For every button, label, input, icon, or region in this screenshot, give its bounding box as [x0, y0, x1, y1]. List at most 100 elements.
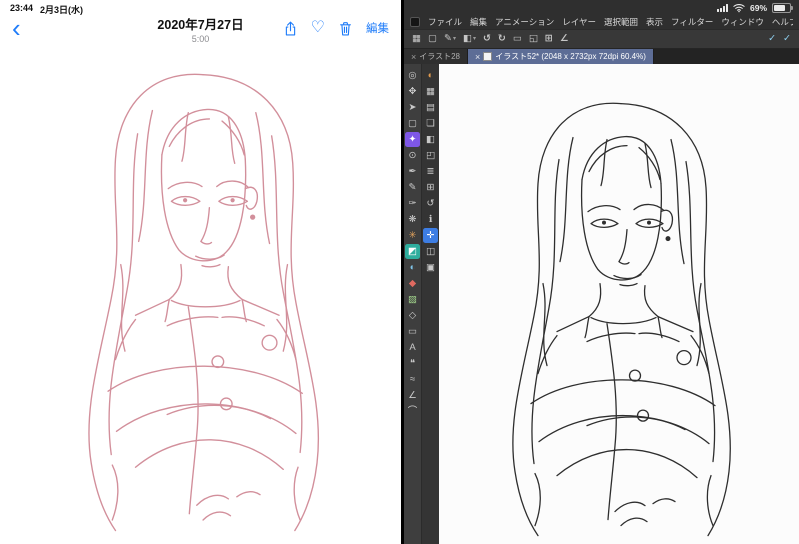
quick-access-panel[interactable]: ▣	[423, 260, 438, 275]
blend-tool[interactable]: ◐	[405, 260, 420, 275]
balloon-tool[interactable]: ❝	[405, 356, 420, 371]
selection-tool[interactable]: ▢	[405, 116, 420, 131]
command-glyph: ▢	[427, 33, 437, 45]
command-glyph: ↻	[497, 33, 506, 45]
csp-app-icon[interactable]	[410, 16, 420, 27]
undo-icon[interactable]: ↺	[483, 34, 491, 44]
wifi-icon	[733, 4, 745, 13]
airbrush-tool[interactable]: ❋	[405, 212, 420, 227]
line-correction-tool[interactable]: ≈	[405, 372, 420, 387]
status-bar-right: 69%	[404, 0, 799, 14]
history-panel[interactable]: ↺	[423, 196, 438, 211]
command-glyph: ▭	[512, 33, 522, 45]
apply-icon[interactable]: ✓	[783, 34, 791, 44]
eraser-tool[interactable]: ◩	[405, 244, 420, 259]
menu-item[interactable]: 表示	[646, 16, 663, 28]
pencil-tool[interactable]: ✎	[405, 180, 420, 195]
document-tab[interactable]: × イラスト52* (2048 x 2732px 72dpi 60.4%)	[468, 49, 654, 64]
tab-close-icon[interactable]: ×	[475, 52, 480, 62]
canvas-sketch	[439, 64, 799, 544]
menu-item[interactable]: フィルター	[671, 16, 713, 28]
opacity-settings-icon[interactable]: ◧	[463, 34, 476, 44]
command-glyph: ∠	[559, 33, 569, 45]
add-panel[interactable]: ✛	[423, 228, 438, 243]
pen-tool[interactable]: ✒	[405, 164, 420, 179]
zoom-tool[interactable]: ◎	[405, 68, 420, 83]
csp-menu-bar: ファイル編集アニメーションレイヤー選択範囲表示フィルターウィンドウヘルプ	[404, 14, 799, 29]
panel-bar: ◐ ▦ ▤ ❏ ◧ ◰ ≣ ⊞ ↺ ℹ ✛ ◫ ▣	[421, 64, 439, 544]
menu-item[interactable]: レイヤー	[562, 16, 596, 28]
curve-tool[interactable]: ⌒	[405, 404, 420, 419]
color-wheel-panel[interactable]: ◐	[423, 68, 438, 83]
menu-item[interactable]: 選択範囲	[604, 16, 638, 28]
brush-settings-icon[interactable]: ✎	[444, 34, 456, 44]
tab-label: イラスト52* (2048 x 2732px 72dpi 60.4%)	[495, 52, 646, 61]
command-glyph: ◱	[528, 33, 538, 45]
photo-time-subtitle: 5:00	[191, 34, 210, 44]
battery-percent: 69%	[749, 3, 767, 13]
sub-view-panel[interactable]: ◫	[423, 244, 438, 259]
csp-workspace: ◎ ✥ ➤ ▢ ✦ ⊙ ✒ ✎ ✑ ❋ ✳ ◩ ◐ ◆ ▨ ◇ ▭ A ❝ ≈ ∠ ⌒ ◐ ▦ ▤ ❏ ◧ ◰ ≣ ⊞ ↺ ℹ ✛ ◫ ▣	[404, 64, 799, 544]
trash-icon[interactable]	[338, 20, 353, 37]
color-set-panel[interactable]: ▦	[423, 84, 438, 99]
menu-item[interactable]: ウィンドウ	[721, 16, 764, 28]
document-tab[interactable]: × イラスト28	[404, 49, 469, 64]
photos-app: 23:44 2月3日(水) ‹ 2020年7月27日 5:00 ♡ 編集	[0, 0, 401, 544]
tab-thumbnail	[483, 52, 493, 61]
photos-nav-bar: ‹ 2020年7月27日 5:00 ♡ 編集	[0, 13, 401, 44]
tab-label: イラスト28	[419, 52, 461, 61]
tool-property-panel[interactable]: ≣	[423, 164, 438, 179]
auto-select-tool[interactable]: ✦	[405, 132, 420, 147]
snap-icon[interactable]: ⊞	[545, 34, 553, 44]
canvas[interactable]	[439, 64, 799, 544]
share-icon[interactable]	[283, 20, 298, 37]
move-tool[interactable]: ✥	[405, 84, 420, 99]
favorite-icon[interactable]: ♡	[311, 20, 325, 36]
gradient-tool[interactable]: ▨	[405, 292, 420, 307]
clip-studio-paint-app: 69% ファイル編集アニメーションレイヤー選択範囲表示フィルターウィンドウヘルプ…	[404, 0, 799, 544]
tab-close-icon[interactable]: ×	[411, 52, 416, 62]
command-glyph: ✓	[768, 33, 777, 45]
eyedropper-tool[interactable]: ⊙	[405, 148, 420, 163]
frame-border-tool[interactable]: ▭	[405, 324, 420, 339]
photo-title-block: 2020年7月27日 5:00	[157, 14, 243, 44]
edit-button[interactable]: 編集	[366, 20, 389, 36]
fill-tool[interactable]: ◆	[405, 276, 420, 291]
csp-menus: ファイル編集アニメーションレイヤー選択範囲表示フィルターウィンドウヘルプ	[428, 16, 793, 28]
photo-date-title: 2020年7月27日	[157, 18, 244, 32]
layer-property-panel[interactable]: ◧	[423, 132, 438, 147]
menu-item[interactable]: ファイル	[428, 16, 462, 28]
confirm-icon[interactable]: ✓	[768, 34, 776, 44]
figure-tool[interactable]: ◇	[405, 308, 420, 323]
command-glyph: ⊞	[544, 33, 553, 45]
menu-item[interactable]: アニメーション	[495, 16, 554, 28]
invert-selection-icon[interactable]: ◱	[529, 34, 538, 44]
decoration-tool[interactable]: ✳	[405, 228, 420, 243]
ruler-tool[interactable]: ∠	[405, 388, 420, 403]
information-panel[interactable]: ℹ	[423, 212, 438, 227]
operation-tool[interactable]: ➤	[405, 100, 420, 115]
transform-icon[interactable]: ▢	[428, 34, 437, 44]
back-button[interactable]: ‹	[12, 15, 34, 41]
material-panel[interactable]: ⊞	[423, 180, 438, 195]
layer-panel[interactable]: ❏	[423, 116, 438, 131]
workspace-grid-icon[interactable]: ▦	[412, 34, 421, 44]
csp-command-bar: ▦ ▢ ✎ ◧ ↺ ↻ ▭ ◱ ⊞ ∠ ✓ ✓	[404, 29, 799, 49]
photo-sketch	[11, 43, 391, 539]
menu-item[interactable]: ヘルプ	[772, 16, 793, 28]
csp-document-tabs: × イラスト28 × イラスト52* (2048 x 2732px 72dpi …	[404, 49, 799, 64]
menu-item[interactable]: 編集	[470, 16, 487, 28]
brush-tool[interactable]: ✑	[405, 196, 420, 211]
ipad-split-screen: 23:44 2月3日(水) ‹ 2020年7月27日 5:00 ♡ 編集 69%…	[0, 0, 799, 544]
text-tool[interactable]: A	[405, 340, 420, 355]
deselect-icon[interactable]: ▭	[513, 34, 522, 44]
color-slider-panel[interactable]: ▤	[423, 100, 438, 115]
navigator-panel[interactable]: ◰	[423, 148, 438, 163]
special-ruler-icon[interactable]: ∠	[560, 34, 569, 44]
command-glyph: ✎	[443, 33, 452, 45]
redo-icon[interactable]: ↻	[498, 34, 506, 44]
tool-palette: ◎ ✥ ➤ ▢ ✦ ⊙ ✒ ✎ ✑ ❋ ✳ ◩ ◐ ◆ ▨ ◇ ▭ A ❝ ≈ ∠ ⌒	[404, 64, 421, 544]
command-glyph: ▦	[412, 33, 421, 45]
photos-nav-actions: ♡ 編集	[283, 20, 389, 37]
photo-view[interactable]	[0, 43, 401, 544]
